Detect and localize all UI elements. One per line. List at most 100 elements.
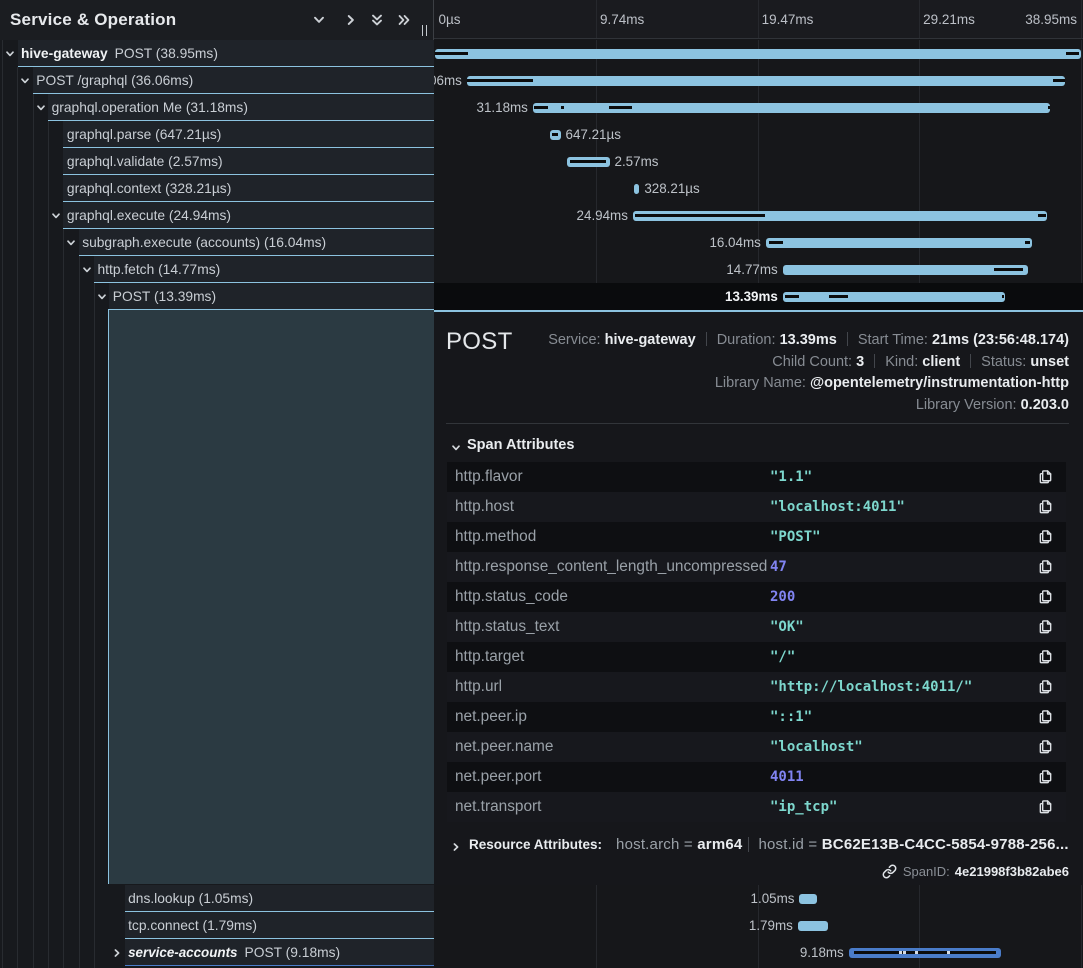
panel-resize-grip[interactable]: [422, 25, 428, 37]
attribute-key: http.status_code: [455, 588, 568, 606]
timeline-row[interactable]: 24.94ms: [434, 202, 1083, 229]
collapse-all-icon[interactable]: [344, 13, 358, 27]
span-name-cell[interactable]: graphql.validate (2.57ms): [63, 148, 434, 175]
span-name-cell[interactable]: hive-gatewayPOST (38.95ms): [18, 40, 435, 67]
span-attributes-header[interactable]: Span Attributes: [451, 435, 574, 455]
chevron-down-icon[interactable]: [51, 211, 61, 221]
resource-attributes-row[interactable]: Resource Attributes: host.arch = arm64 h…: [447, 834, 1069, 854]
timeline-row[interactable]: 38.95ms: [434, 40, 1083, 67]
chevron-right-icon[interactable]: [112, 948, 122, 958]
expand-one-icon[interactable]: [370, 13, 384, 27]
span-bar[interactable]: [799, 894, 816, 904]
copy-icon[interactable]: [1038, 769, 1054, 785]
tree-row[interactable]: graphql.execute (24.94ms): [0, 202, 434, 229]
span-bar[interactable]: [798, 921, 828, 931]
span-bar[interactable]: [533, 103, 1050, 113]
attribute-key: net.transport: [455, 798, 541, 816]
span-tree-detail-zone: [0, 309, 434, 885]
tree-row[interactable]: tcp.connect (1.79ms): [0, 912, 434, 939]
indent-guide: [33, 175, 34, 202]
tree-row[interactable]: subgraph.execute (accounts) (16.04ms): [0, 229, 434, 256]
span-duration-label: 13.39ms: [725, 283, 778, 310]
copy-icon[interactable]: [1038, 499, 1054, 515]
span-name-cell[interactable]: graphql.operation Me (31.18ms): [48, 94, 434, 121]
span-name-cell[interactable]: POST (13.39ms): [109, 283, 434, 310]
span-name-cell[interactable]: service-accountsPOST (9.18ms): [125, 939, 434, 966]
span-bar[interactable]: [435, 49, 1081, 59]
copy-icon[interactable]: [1038, 619, 1054, 635]
span-name-cell[interactable]: subgraph.execute (accounts) (16.04ms): [79, 229, 434, 256]
timeline-row[interactable]: 16.04ms: [434, 229, 1083, 256]
span-bar[interactable]: [467, 76, 1065, 86]
timeline-row[interactable]: 14.77ms: [434, 256, 1083, 283]
attribute-key: http.target: [455, 648, 524, 666]
meta-label: Status:: [981, 354, 1030, 370]
link-icon[interactable]: [882, 864, 897, 879]
span-name-cell[interactable]: POST /graphql (36.06ms): [33, 67, 434, 94]
copy-icon[interactable]: [1038, 679, 1054, 695]
chevron-down-icon[interactable]: [20, 76, 30, 86]
span-name-cell[interactable]: http.fetch (14.77ms): [94, 256, 434, 283]
tree-row[interactable]: graphql.context (328.21µs): [0, 175, 434, 202]
timeline-row[interactable]: 647.21µs: [434, 121, 1083, 148]
span-bar[interactable]: [567, 157, 610, 167]
timeline-row[interactable]: 1.05ms: [434, 885, 1083, 912]
ruler-tick-label: 19.47ms: [762, 0, 814, 39]
copy-icon[interactable]: [1038, 739, 1054, 755]
copy-icon[interactable]: [1038, 649, 1054, 665]
critical-path-mark: [1066, 52, 1079, 55]
copy-icon[interactable]: [1038, 589, 1054, 605]
indent-guide: [48, 202, 49, 229]
copy-icon[interactable]: [1038, 529, 1054, 545]
span-bar[interactable]: [783, 265, 1028, 275]
tree-row[interactable]: POST (13.39ms): [0, 283, 434, 310]
span-bar[interactable]: [634, 184, 639, 194]
attribute-row: http.method"POST": [447, 522, 1066, 552]
copy-icon[interactable]: [1038, 469, 1054, 485]
timeline-row[interactable]: 36.06ms: [434, 67, 1083, 94]
span-name-cell[interactable]: dns.lookup (1.05ms): [125, 885, 434, 912]
timeline-row[interactable]: 2.57ms: [434, 148, 1083, 175]
chevron-down-icon[interactable]: [66, 238, 76, 248]
detail-meta-line: Library Version: 0.203.0: [548, 395, 1069, 417]
tree-row[interactable]: hive-gatewayPOST (38.95ms): [0, 40, 434, 67]
copy-icon[interactable]: [1038, 559, 1054, 575]
span-bar[interactable]: [849, 948, 1001, 958]
attribute-row: http.host"localhost:4011": [447, 492, 1066, 522]
span-bar[interactable]: [783, 292, 1005, 302]
tree-row[interactable]: POST /graphql (36.06ms): [0, 67, 434, 94]
copy-icon[interactable]: [1038, 799, 1054, 815]
copy-icon[interactable]: [1038, 709, 1054, 725]
span-name-cell[interactable]: tcp.connect (1.79ms): [125, 912, 434, 939]
timeline-row[interactable]: 13.39ms: [434, 283, 1083, 310]
tree-row[interactable]: http.fetch (14.77ms): [0, 256, 434, 283]
tree-row[interactable]: dns.lookup (1.05ms): [0, 885, 434, 912]
timeline-row[interactable]: 9.18ms: [434, 939, 1083, 966]
span-bar[interactable]: [550, 130, 561, 140]
chevron-down-icon[interactable]: [36, 103, 46, 113]
chevron-down-icon[interactable]: [97, 292, 107, 302]
span-name-cell[interactable]: graphql.execute (24.94ms): [63, 202, 434, 229]
span-name-cell[interactable]: graphql.context (328.21µs): [63, 175, 434, 202]
meta-value: 0.203.0: [1021, 397, 1069, 413]
chevron-down-icon[interactable]: [5, 49, 15, 59]
collapse-one-icon[interactable]: [312, 13, 326, 27]
timeline-row[interactable]: 1.79ms: [434, 912, 1083, 939]
tree-row[interactable]: service-accountsPOST (9.18ms): [0, 939, 434, 966]
tree-row[interactable]: graphql.operation Me (31.18ms): [0, 94, 434, 121]
span-name-cell[interactable]: graphql.parse (647.21µs): [63, 121, 434, 148]
chevron-down-icon[interactable]: [82, 265, 92, 275]
timeline-row[interactable]: 31.18ms: [434, 94, 1083, 121]
indent-guide: [2, 121, 3, 148]
child-span-gap: [947, 951, 950, 954]
detail-meta-line: Service: hive-gatewayDuration: 13.39msSt…: [548, 330, 1069, 352]
expand-all-icon[interactable]: [397, 13, 411, 27]
critical-path-mark: [552, 133, 558, 136]
span-bar[interactable]: [633, 211, 1047, 221]
critical-path-mark: [467, 79, 533, 82]
tree-row[interactable]: graphql.parse (647.21µs): [0, 121, 434, 148]
timeline-row[interactable]: 328.21µs: [434, 175, 1083, 202]
span-bar[interactable]: [766, 238, 1032, 248]
span-detail-title: POST: [446, 328, 513, 356]
tree-row[interactable]: graphql.validate (2.57ms): [0, 148, 434, 175]
